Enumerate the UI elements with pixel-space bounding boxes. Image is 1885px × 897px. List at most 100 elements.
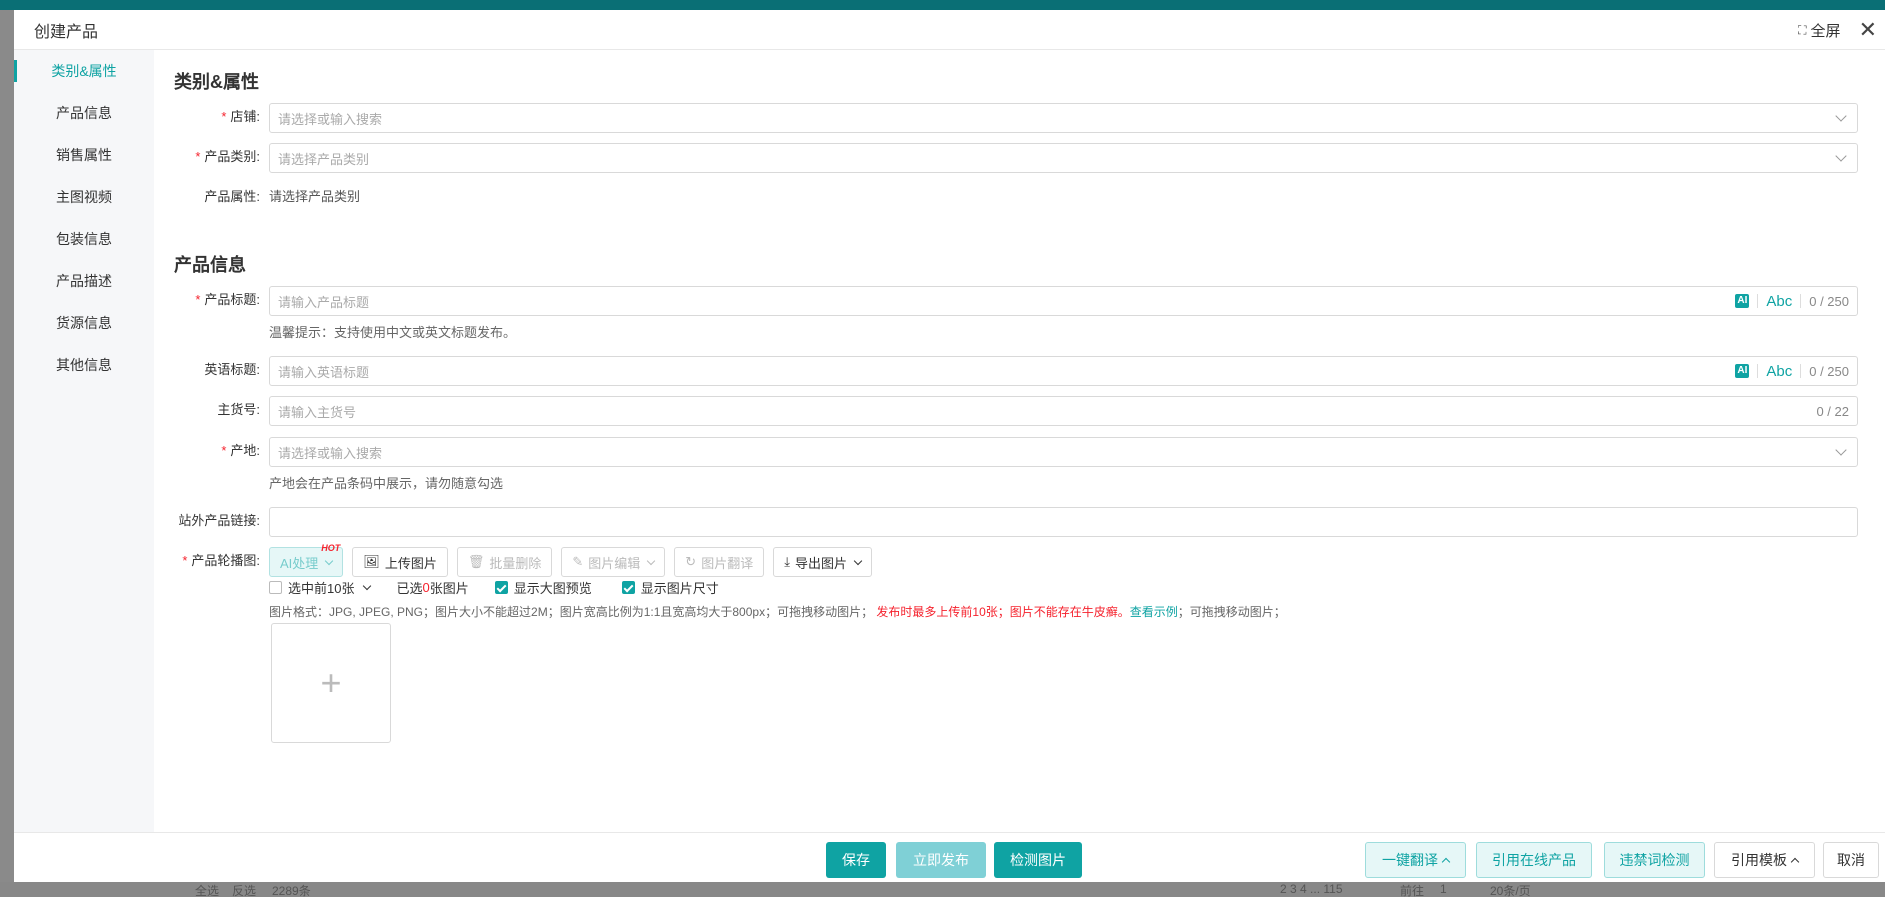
ai-icon[interactable]: AI [1735, 294, 1750, 308]
product-title-input[interactable]: 请输入产品标题 AI Abc 0 / 250 [269, 286, 1858, 316]
modal-header: 创建产品 ⛶ 全屏 ✕ [14, 10, 1885, 50]
modal-footer: 保存 立即发布 检测图片 一键翻译 引用在线产品 违禁词检测 引用模板 取消 [14, 832, 1885, 882]
expand-icon: ⛶ [1798, 22, 1807, 37]
hot-badge: HOT [321, 543, 341, 553]
store-placeholder: 请选择或输入搜索 [278, 111, 383, 127]
origin-label: * 产地: [221, 443, 260, 458]
image-upload-icon: 🖼 [363, 554, 380, 569]
fullscreen-label: 全屏 [1810, 22, 1841, 40]
chevron-down-icon [325, 556, 334, 565]
bg-pager: 2 3 4 ... 115 [1280, 882, 1343, 896]
title-placeholder: 请输入产品标题 [278, 294, 370, 310]
ai-process-button[interactable]: AI处理 HOT [269, 543, 344, 577]
show-image-size-option[interactable]: 显示图片尺寸 [621, 578, 719, 597]
translate-all-button[interactable]: 一键翻译 [1365, 842, 1466, 878]
reference-online-button[interactable]: 引用在线产品 [1476, 842, 1592, 878]
en-title-label: 英语标题: [204, 362, 260, 377]
nav-item-product-info[interactable]: 产品信息 [14, 92, 154, 134]
nav-item-other[interactable]: 其他信息 [14, 344, 154, 386]
image-edit-button[interactable]: ✎ 图片编辑 [561, 547, 666, 577]
publish-button[interactable]: 立即发布 [896, 842, 986, 878]
en-title-placeholder: 请输入英语标题 [278, 364, 370, 380]
en-title-input[interactable]: 请输入英语标题 AI Abc 0 / 250 [269, 356, 1858, 386]
bg-goto: 前往 [1400, 884, 1425, 897]
selected-count-text: 已选 0 张图片 [396, 580, 469, 596]
nav-item-source[interactable]: 货源信息 [14, 302, 154, 344]
origin-hint: 产地会在产品条码中展示，请勿随意勾选 [269, 476, 504, 491]
external-link-input[interactable] [269, 507, 1858, 537]
chevron-down-icon[interactable] [363, 581, 372, 591]
export-images-button[interactable]: ⤓ 导出图片 [773, 547, 872, 577]
chevron-down-icon [1835, 149, 1847, 162]
close-icon[interactable]: ✕ [1859, 19, 1877, 41]
category-select[interactable]: 请选择产品类别 [269, 143, 1858, 173]
sku-label: 主货号: [217, 402, 260, 417]
category-label: * 产品类别: [195, 149, 260, 164]
chevron-up-icon [1441, 857, 1451, 866]
cancel-button[interactable]: 取消 [1823, 842, 1879, 878]
section-title-product: 产品信息 [174, 255, 246, 275]
batch-delete-button[interactable]: 🗑 批量删除 [456, 547, 553, 577]
image-translate-button[interactable]: ↻ 图片翻译 [674, 547, 765, 577]
store-select[interactable]: 请选择或输入搜索 [269, 103, 1858, 133]
bg-total: 2289条 [272, 884, 311, 897]
sku-input[interactable]: 请输入主货号 0 / 22 [269, 396, 1858, 426]
nav-item-packaging[interactable]: 包装信息 [14, 218, 154, 260]
wand-icon: ✎ [572, 554, 584, 569]
image-upload-area[interactable]: + [271, 623, 391, 743]
save-button[interactable]: 保存 [826, 842, 886, 878]
side-nav: 类别&属性 产品信息 销售属性 主图视频 包装信息 产品描述 货源信息 其他信息 [14, 50, 154, 832]
title-label: * 产品标题: [195, 292, 260, 307]
reference-template-button[interactable]: 引用模板 [1714, 842, 1815, 878]
chevron-down-icon [853, 556, 863, 565]
show-large-preview-option[interactable]: 显示大图预览 [494, 578, 592, 597]
chevron-down-icon [647, 556, 656, 565]
title-hint: 温馨提示：支持使用中文或英文标题发布。 [269, 325, 517, 340]
bg-per-page: 20条/页 [1490, 884, 1531, 897]
background-header [0, 0, 1885, 10]
nav-item-category-attributes[interactable]: 类别&属性 [14, 50, 154, 92]
carousel-toolbar: AI处理 HOT 🖼 上传图片 🗑 批量删除 ✎ 图片编辑 ↻ 图片翻译 ⤓ 导… [269, 543, 872, 577]
carousel-options: 选中前10张 已选 0 张图片 显示大图预览 显示图片尺寸 [269, 578, 719, 597]
form-content: 类别&属性 * 店铺: 请选择或输入搜索 * 产品类别: 请选择产品类别 产品属性:… [154, 50, 1885, 832]
chevron-down-icon [1835, 109, 1847, 122]
show-large-preview-checkbox[interactable] [494, 581, 508, 594]
plus-icon: + [320, 662, 342, 703]
carousel-label: * 产品轮播图: [182, 553, 260, 568]
refresh-icon: ↻ [685, 554, 697, 569]
ai-process-label: AI处理 [280, 555, 319, 571]
sku-char-count: 0 / 22 [1816, 403, 1849, 419]
image-format-hint: 图片格式：JPG, JPEG, PNG；图片大小不能超过2M；图片宽高比例为1:… [269, 605, 1286, 619]
attributes-label: 产品属性: [204, 189, 260, 204]
chevron-down-icon [1835, 443, 1847, 456]
abc-translate-icon[interactable]: Abc [1766, 363, 1792, 380]
check-images-button[interactable]: 检测图片 [994, 842, 1082, 878]
bg-select-all: 全选 [195, 884, 220, 897]
bg-goto-page: 1 [1440, 882, 1447, 896]
store-label: * 店铺: [221, 109, 260, 124]
fullscreen-button[interactable]: ⛶ 全屏 [1798, 20, 1840, 41]
modal-title: 创建产品 [34, 23, 99, 41]
nav-item-main-video[interactable]: 主图视频 [14, 176, 154, 218]
sku-placeholder: 请输入主货号 [278, 404, 357, 420]
bg-invert: 反选 [232, 884, 257, 897]
origin-select[interactable]: 请选择或输入搜索 [269, 437, 1858, 467]
category-placeholder: 请选择产品类别 [278, 151, 370, 167]
en-title-char-count: 0 / 250 [1809, 363, 1849, 379]
ai-icon[interactable]: AI [1735, 364, 1750, 378]
nav-item-sales-attributes[interactable]: 销售属性 [14, 134, 154, 176]
banned-words-button[interactable]: 违禁词检测 [1604, 842, 1705, 878]
select-first-10[interactable]: 选中前10张 [269, 578, 372, 597]
upload-image-button[interactable]: 🖼 上传图片 [352, 547, 448, 577]
abc-translate-icon[interactable]: Abc [1766, 293, 1792, 310]
select-first-checkbox[interactable] [269, 581, 282, 594]
title-char-count: 0 / 250 [1809, 293, 1849, 309]
chevron-up-icon [1790, 857, 1800, 866]
nav-item-description[interactable]: 产品描述 [14, 260, 154, 302]
background-sidebar [0, 10, 14, 897]
view-example-link[interactable]: 查看示例 [1130, 605, 1178, 619]
trash-icon: 🗑 [467, 554, 485, 569]
download-icon: ⤓ [784, 554, 790, 569]
show-image-size-checkbox[interactable] [621, 581, 635, 594]
section-title-category: 类别&属性 [174, 72, 259, 92]
